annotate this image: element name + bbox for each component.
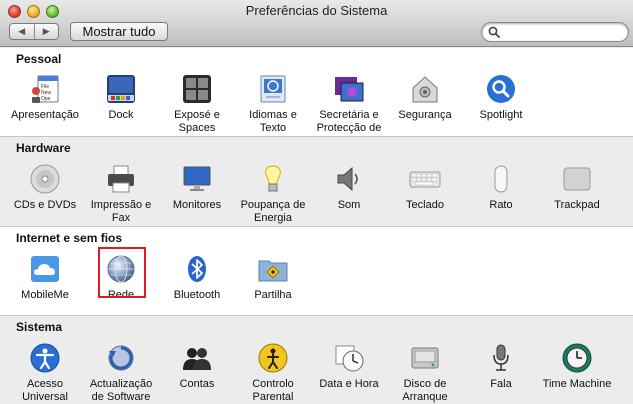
sharing-folder-icon	[257, 253, 289, 285]
printer-icon	[105, 163, 137, 195]
section-sistema: Sistema Acesso Universal Actualização de	[0, 315, 633, 404]
pane-label: Fala	[490, 378, 512, 390]
pane-sharing[interactable]: Partilha	[235, 253, 311, 302]
monitor-icon	[181, 163, 213, 195]
pane-label: Exposé e Spaces	[174, 109, 220, 134]
desktop-screensaver-icon	[333, 73, 365, 105]
pane-mouse[interactable]: Rato	[463, 163, 539, 212]
pane-security[interactable]: Segurança	[387, 73, 463, 122]
energy-saver-icon	[257, 163, 289, 195]
pane-print-fax[interactable]: Impressão e Fax	[83, 163, 159, 225]
pane-label: MobileMe	[21, 289, 69, 301]
pane-label: Som	[337, 199, 361, 211]
pane-label: Trackpad	[554, 199, 600, 211]
pane-label: Bluetooth	[173, 289, 221, 301]
search-icon	[488, 26, 500, 38]
pane-trackpad[interactable]: Trackpad	[539, 163, 615, 212]
mobileme-cloud-icon	[29, 253, 61, 285]
section-title-hardware: Hardware	[16, 141, 71, 155]
show-all-button[interactable]: Mostrar tudo	[70, 22, 168, 41]
pane-label: Spotlight	[479, 109, 523, 121]
pane-label: Rato	[489, 199, 513, 211]
pane-label: Data e Hora	[319, 378, 379, 390]
security-icon	[409, 73, 441, 105]
pane-expose-spaces[interactable]: Exposé e Spaces	[159, 73, 235, 135]
universal-access-icon	[29, 342, 61, 374]
search-input[interactable]	[502, 25, 622, 39]
pane-software-update[interactable]: Actualização de Software	[83, 342, 159, 404]
pane-label: Acesso Universal	[22, 378, 68, 403]
title-bar: Preferências do Sistema ◀ ▶ Mostrar tudo	[0, 0, 633, 47]
mouse-icon	[485, 163, 517, 195]
section-title-internet: Internet e sem fios	[16, 231, 123, 245]
pane-label: Actualização de Software	[89, 378, 153, 403]
speech-microphone-icon	[485, 342, 517, 374]
pane-mobileme[interactable]: MobileMe	[7, 253, 83, 302]
forward-button[interactable]: ▶	[35, 24, 59, 39]
accounts-icon	[181, 342, 213, 374]
language-text-icon	[257, 73, 289, 105]
pane-startup-disk[interactable]: Disco de Arranque	[387, 342, 463, 404]
pane-label: Disco de Arranque	[402, 378, 448, 403]
pane-label: Partilha	[254, 289, 292, 301]
software-update-icon	[105, 342, 137, 374]
window-title: Preferências do Sistema	[245, 3, 388, 18]
pane-label: Impressão e Fax	[90, 199, 152, 224]
pane-displays[interactable]: Monitores	[159, 163, 235, 212]
pane-speech[interactable]: Fala	[463, 342, 539, 391]
pane-label: Teclado	[406, 199, 444, 211]
back-button[interactable]: ◀	[10, 24, 35, 39]
pane-accounts[interactable]: Contas	[159, 342, 235, 391]
bluetooth-icon	[181, 253, 213, 285]
pane-date-time[interactable]: Data e Hora	[311, 342, 387, 391]
pane-spotlight[interactable]: Spotlight	[463, 73, 539, 122]
pane-bluetooth[interactable]: Bluetooth	[159, 253, 235, 302]
pane-dock[interactable]: Dock	[83, 73, 159, 122]
back-forward-control: ◀ ▶	[9, 23, 59, 40]
pane-cds-dvds[interactable]: CDs e DVDs	[7, 163, 83, 212]
keyboard-icon	[409, 163, 441, 195]
section-title-pessoal: Pessoal	[16, 52, 62, 66]
pane-label: Idiomas e Texto	[249, 109, 297, 134]
pane-label: Dock	[108, 109, 134, 121]
pane-appearance[interactable]: File New Ope Apresentação	[7, 73, 83, 122]
pane-keyboard[interactable]: Teclado	[387, 163, 463, 212]
pane-label: Time Machine	[542, 378, 612, 390]
svg-text:Ope: Ope	[41, 96, 51, 102]
parental-controls-icon	[257, 342, 289, 374]
dock-icon	[105, 73, 137, 105]
speaker-icon	[333, 163, 365, 195]
highlight-box-rede	[98, 247, 146, 298]
pane-time-machine[interactable]: Time Machine	[539, 342, 615, 391]
pane-label: Contas	[179, 378, 215, 390]
pane-parental-controls[interactable]: Controlo Parental	[235, 342, 311, 404]
appearance-icon: File New Ope	[29, 73, 61, 105]
startup-disk-icon	[409, 342, 441, 374]
trackpad-icon	[561, 163, 593, 195]
date-time-icon	[333, 342, 365, 374]
spotlight-icon	[485, 73, 517, 105]
expose-spaces-icon	[181, 73, 213, 105]
section-title-sistema: Sistema	[16, 320, 63, 334]
pane-label: Monitores	[172, 199, 222, 211]
cd-dvd-icon	[29, 163, 61, 195]
pane-energy-saver[interactable]: Poupança de Energia	[235, 163, 311, 225]
pane-sound[interactable]: Som	[311, 163, 387, 212]
search-field[interactable]	[481, 22, 629, 42]
section-hardware: Hardware CDs e DVDs Impressão e Fax Moni…	[0, 136, 633, 226]
section-pessoal: Pessoal File New Ope Apresentação Dock E…	[0, 48, 633, 147]
pane-label: Poupança de Energia	[240, 199, 306, 224]
pane-language-text[interactable]: Idiomas e Texto	[235, 73, 311, 135]
pane-universal-access[interactable]: Acesso Universal	[7, 342, 83, 404]
pane-label: Apresentação	[11, 109, 79, 121]
pane-label: CDs e DVDs	[13, 199, 77, 211]
section-internet: Internet e sem fios MobileMe Rede Blueto…	[0, 226, 633, 315]
pane-label: Controlo Parental	[252, 378, 294, 403]
system-preferences-window: Preferências do Sistema ◀ ▶ Mostrar tudo…	[0, 0, 633, 404]
pane-label: Segurança	[398, 109, 452, 121]
time-machine-icon	[561, 342, 593, 374]
